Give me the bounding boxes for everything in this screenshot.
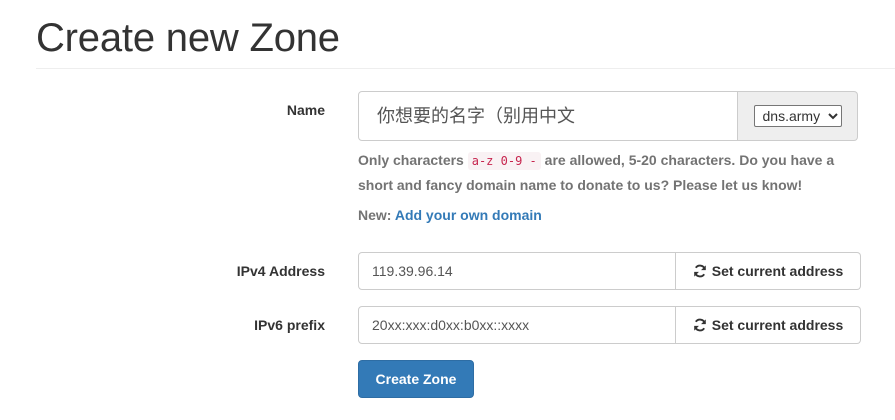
help-prefix: Only characters: [358, 152, 468, 168]
domain-select[interactable]: dns.army: [753, 105, 842, 127]
ipv4-set-current-button[interactable]: Set current address: [676, 252, 861, 290]
add-own-domain-link[interactable]: Add your own domain: [395, 207, 542, 223]
ipv6-set-current-button[interactable]: Set current address: [676, 306, 861, 344]
new-feature-line: New: Add your own domain: [358, 204, 542, 226]
domain-addon: dns.army: [738, 91, 858, 141]
ipv4-input-group: Set current address: [358, 252, 861, 290]
name-input[interactable]: [358, 91, 738, 141]
create-zone-button[interactable]: Create Zone: [358, 360, 474, 398]
name-help-text: Only characters a-z 0-9 - are allowed, 5…: [358, 148, 868, 197]
allowed-chars-code: a-z 0-9 -: [467, 152, 541, 170]
name-label: Name: [286, 102, 325, 118]
ipv4-input[interactable]: [358, 252, 676, 290]
ipv4-set-current-label: Set current address: [711, 263, 844, 279]
ipv6-input-group: Set current address: [358, 306, 861, 344]
refresh-icon: [693, 318, 706, 332]
ipv6-set-current-label: Set current address: [711, 317, 844, 333]
ipv6-label: IPv6 prefix: [254, 317, 325, 333]
page-title: Create new Zone: [36, 16, 340, 60]
refresh-icon: [693, 264, 706, 278]
title-divider: [36, 68, 895, 69]
new-prefix: New:: [358, 207, 395, 223]
ipv4-label: IPv4 Address: [236, 263, 325, 279]
ipv6-input[interactable]: [358, 306, 676, 344]
name-input-group: dns.army: [358, 91, 858, 141]
